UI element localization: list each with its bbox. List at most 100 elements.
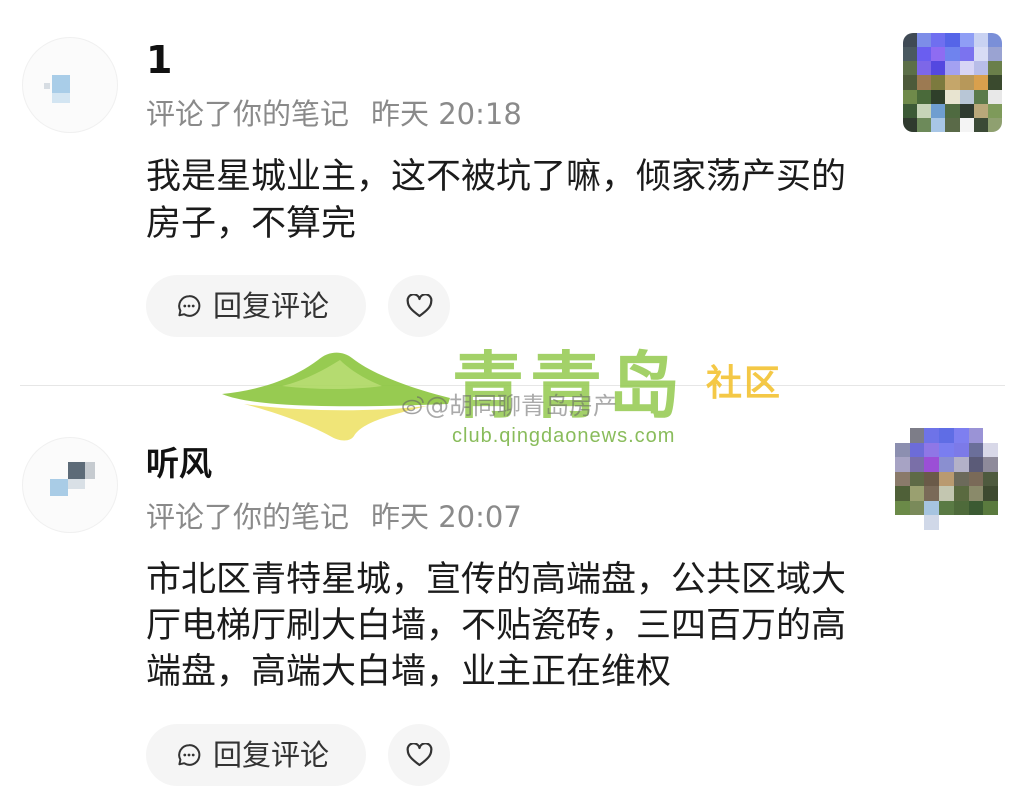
thumbnail-pixel [917, 61, 932, 76]
thumbnail-pixel [917, 75, 932, 90]
comment-meta: 评论了你的笔记 昨天 20:18 [146, 96, 522, 132]
thumbnail-pixel [987, 75, 1002, 90]
thumbnail-pixel [939, 515, 954, 530]
thumbnail-pixel [909, 471, 925, 487]
reply-label: 回复评论 [213, 737, 330, 772]
chat-bubble-icon [178, 295, 201, 317]
thumbnail-pixel [968, 471, 984, 487]
thumbnail-pixel [968, 500, 984, 516]
thumbnail-pixel [939, 486, 954, 501]
thumbnail-pixel [968, 442, 984, 458]
avatar-pixel [85, 462, 95, 479]
thumbnail-pixel [924, 515, 940, 530]
thumbnail-pixel [945, 33, 960, 48]
thumbnail-pixel [939, 500, 954, 516]
reply-comment-button[interactable]: 回复评论 [146, 275, 366, 337]
thumbnail-pixel [931, 89, 946, 104]
thumbnail-pixel [909, 500, 925, 516]
thumbnail-pixel [959, 75, 974, 90]
thumbnail-pixel [909, 457, 925, 472]
watermark-url: club.qingdaonews.com [452, 425, 676, 447]
thumbnail-pixel [895, 457, 910, 472]
thumbnail-pixel [987, 103, 1002, 118]
thumbnail-pixel [959, 61, 974, 76]
avatar-pixel [52, 75, 70, 93]
thumbnail-pixel [917, 47, 932, 62]
heart-icon [406, 743, 432, 767]
thumbnail-pixel [909, 428, 925, 443]
thumbnail-pixel [909, 442, 925, 458]
thumbnail-pixel [959, 33, 974, 48]
thumbnail-pixel [968, 428, 984, 443]
thumbnail-pixel [931, 61, 946, 76]
thumbnail-pixel [983, 457, 998, 472]
thumbnail-pixel [945, 117, 960, 132]
thumbnail-pixel [953, 500, 969, 516]
like-button[interactable] [388, 275, 450, 337]
username[interactable]: 听风 [146, 443, 212, 485]
avatar-pixel [50, 479, 68, 496]
watermark-brand: 青青岛 [452, 344, 687, 428]
like-button[interactable] [388, 724, 450, 786]
comment-notifications-page: 1 评论了你的笔记 昨天 20:18 我是星城业主，这不被坑了嘛，倾家荡产买的房子… [0, 0, 1027, 789]
thumbnail-pixel [968, 486, 984, 501]
thumbnail-pixel [973, 75, 988, 90]
thumbnail-pixel [939, 471, 954, 487]
thumbnail-pixel [953, 428, 969, 443]
thumbnail-pixel [945, 61, 960, 76]
thumbnail-pixel [903, 117, 918, 132]
reply-label: 回复评论 [213, 288, 330, 323]
thumbnail-pixel [959, 117, 974, 132]
username[interactable]: 1 [146, 38, 172, 82]
watermark-section: 社区 [706, 363, 783, 404]
thumbnail-pixel [973, 47, 988, 62]
thumbnail-pixel [939, 457, 954, 472]
thumbnail-pixel [945, 47, 960, 62]
thumbnail-pixel [895, 500, 910, 516]
heart-icon [406, 294, 432, 318]
comment-text[interactable]: 市北区青特星城，宣传的高端盘，公共区域大厅电梯厅刷大白墙，不贴瓷砖，三四百万的高… [146, 557, 860, 695]
thumbnail-pixel [931, 75, 946, 90]
thumbnail-pixel [909, 515, 925, 530]
thumbnail-pixel [931, 33, 946, 48]
thumbnail-pixel [973, 117, 988, 132]
thumbnail-pixel [973, 33, 988, 48]
thumbnail-pixel [924, 486, 940, 501]
thumbnail-pixel [983, 428, 998, 443]
thumbnail-pixel [983, 471, 998, 487]
thumbnail-pixel [987, 61, 1002, 76]
thumbnail-pixel [903, 47, 918, 62]
thumbnail-pixel [895, 486, 910, 501]
thumbnail-pixel [939, 442, 954, 458]
thumbnail-pixel [924, 428, 940, 443]
thumbnail-pixel [953, 486, 969, 501]
thumbnail-pixel [924, 500, 940, 516]
avatar[interactable] [22, 437, 118, 533]
note-thumbnail[interactable] [895, 428, 998, 530]
thumbnail-pixel [959, 47, 974, 62]
avatar-pixel [44, 83, 50, 89]
mountain-logo-icon [222, 352, 450, 441]
comment-meta: 评论了你的笔记 昨天 20:07 [146, 499, 522, 535]
thumbnail-pixel [973, 89, 988, 104]
thumbnail-pixel [973, 103, 988, 118]
thumbnail-pixel [973, 61, 988, 76]
thumbnail-pixel [903, 61, 918, 76]
thumbnail-pixel [953, 457, 969, 472]
thumbnail-pixel [968, 457, 984, 472]
chat-bubble-icon [178, 744, 201, 766]
reply-comment-button[interactable]: 回复评论 [146, 724, 366, 786]
thumbnail-pixel [953, 515, 969, 530]
thumbnail-pixel [909, 486, 925, 501]
timestamp: 昨天 20:18 [371, 97, 522, 131]
note-thumbnail[interactable] [903, 33, 1002, 132]
thumbnail-pixel [903, 89, 918, 104]
thumbnail-pixel [987, 47, 1002, 62]
comment-text[interactable]: 我是星城业主，这不被坑了嘛，倾家荡产买的房子，不算完 [146, 154, 860, 248]
avatar[interactable] [22, 37, 118, 133]
thumbnail-pixel [903, 103, 918, 118]
thumbnail-pixel [945, 103, 960, 118]
thumbnail-pixel [917, 117, 932, 132]
thumbnail-pixel [924, 457, 940, 472]
thumbnail-pixel [917, 103, 932, 118]
